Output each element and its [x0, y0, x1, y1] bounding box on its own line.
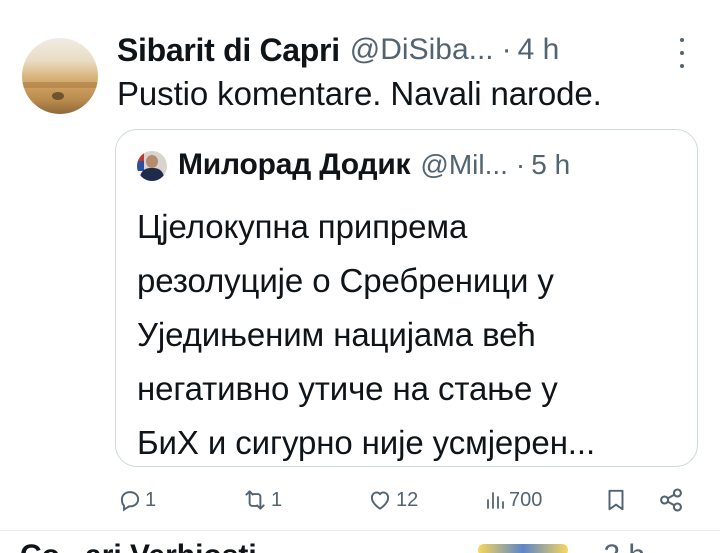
- quote-author-handle: @Mil...: [420, 149, 508, 180]
- more-icon[interactable]: [676, 38, 688, 68]
- next-tweet-flag-emoji: [478, 544, 568, 553]
- next-tweet-time: · 2 h: [585, 539, 645, 553]
- like-icon: [366, 487, 394, 513]
- tweet[interactable]: Sibarit di Capri @DiSiba... · 4 h Pustio…: [0, 0, 720, 553]
- bookmark-icon: [603, 486, 629, 514]
- action-bar: 1 1 12 700: [117, 482, 697, 518]
- retweet-button[interactable]: 1: [241, 482, 282, 518]
- tweet-header: Sibarit di Capri @DiSiba... · 4 h: [117, 30, 559, 70]
- quote-text-line: Цјелокупна припрема: [137, 208, 468, 245]
- quote-text-line: резолуције о Сребреници у: [137, 262, 554, 299]
- quote-text-line: БиХ и сигурно није усмјерен...: [137, 424, 596, 461]
- bookmark-button[interactable]: [603, 482, 629, 518]
- author-handle[interactable]: @DiSiba...: [350, 33, 494, 67]
- reply-button[interactable]: 1: [117, 482, 156, 518]
- reply-count: 1: [145, 488, 157, 511]
- quote-text: Цјелокупна припрема резолуције о Сребрен…: [137, 200, 697, 470]
- separator: ·: [501, 33, 512, 66]
- avatar-band: [22, 82, 98, 88]
- divider: [0, 530, 720, 531]
- avatar-detail: [52, 92, 64, 100]
- quote-timestamp: 5 h: [531, 149, 571, 180]
- tweet-text: Pustio komentare. Navali narode.: [117, 75, 602, 112]
- quote-separator: ·: [515, 149, 526, 180]
- share-button[interactable]: [657, 482, 685, 518]
- next-tweet-author: Co.. ari Verhiosti...: [20, 539, 282, 553]
- views-button[interactable]: 700: [483, 482, 542, 518]
- views-count: 700: [509, 488, 543, 511]
- retweet-count: 1: [271, 488, 283, 511]
- like-count: 12: [396, 488, 419, 511]
- author-avatar[interactable]: [22, 38, 98, 114]
- quote-header: Милорад Додик @Mil... · 5 h: [178, 146, 570, 184]
- retweet-icon: [241, 487, 269, 513]
- author-name[interactable]: Sibarit di Capri: [117, 32, 340, 69]
- quote-text-line: негативно утиче на стање у: [137, 370, 558, 407]
- share-icon: [657, 486, 685, 514]
- quote-text-line: Уједињеним нацијама већ: [137, 316, 536, 353]
- quoted-tweet[interactable]: Милорад Додик @Mil... · 5 h Цјелокупна п…: [115, 129, 698, 467]
- quote-author-name: Милорад Додик: [178, 148, 411, 181]
- reply-icon: [117, 487, 143, 513]
- timestamp[interactable]: 4 h: [518, 33, 560, 67]
- views-icon: [483, 487, 507, 513]
- quote-author-avatar: [137, 151, 167, 181]
- like-button[interactable]: 12: [366, 482, 418, 518]
